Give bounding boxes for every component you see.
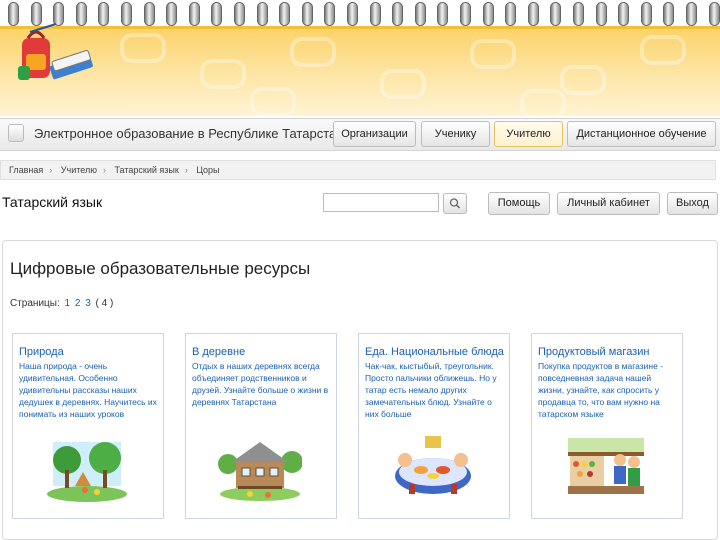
card-title[interactable]: В деревне — [192, 346, 245, 358]
nav-distance-learning-button[interactable]: Дистанционное обучение — [567, 121, 716, 147]
current-page: ( 4 ) — [95, 298, 114, 309]
card-description: Отдых в наших деревнях всегда объединяет… — [192, 361, 329, 407]
section-title: Татарский язык — [2, 194, 103, 210]
page-link-2[interactable]: 2 — [75, 298, 81, 309]
spiral-ring — [347, 2, 358, 26]
nav-student-button[interactable]: Ученику — [421, 121, 490, 147]
spiral-ring — [437, 2, 448, 26]
nav-teacher-button[interactable]: Учителю — [494, 121, 563, 147]
village-house-illustration[interactable] — [218, 432, 302, 502]
pagination: Страницы: 1 2 3 ( 4 ) — [10, 298, 113, 309]
page-link-1[interactable]: 1 — [65, 298, 71, 309]
card-description: Покупка продуктов в магазине - повседнев… — [538, 361, 664, 419]
spiral-ring — [573, 2, 584, 26]
school-backpack-logo — [18, 23, 93, 80]
breadcrumb-current: Цоры — [196, 165, 220, 175]
nav-organizations-button[interactable]: Организации — [333, 121, 416, 147]
spiral-ring — [144, 2, 155, 26]
personal-cabinet-button[interactable]: Личный кабинет — [557, 192, 660, 215]
food-table-illustration[interactable] — [391, 432, 475, 502]
spiral-ring — [370, 2, 381, 26]
spiral-ring — [415, 2, 426, 26]
pagination-label: Страницы: — [10, 298, 60, 309]
card-title[interactable]: Еда. Национальные блюда — [365, 346, 504, 358]
breadcrumb-tatar-language[interactable]: Татарский язык — [114, 165, 178, 175]
spiral-ring — [98, 2, 109, 26]
spiral-ring — [234, 2, 245, 26]
site-title: Электронное образование в Республике Тат… — [34, 126, 344, 141]
spiral-ring — [663, 2, 674, 26]
card-title[interactable]: Природа — [19, 346, 64, 358]
spiral-ring — [279, 2, 290, 26]
spiral-ring — [460, 2, 471, 26]
spiral-ring — [528, 2, 539, 26]
resource-card-grocery[interactable]: Продуктовый магазин Покупка продуктов в … — [531, 333, 683, 519]
spiral-ring — [392, 2, 403, 26]
spiral-ring — [121, 2, 132, 26]
spiral-ring — [596, 2, 607, 26]
help-button[interactable]: Помощь — [488, 192, 550, 215]
resource-card-nature[interactable]: Природа Наша природа - очень удивительна… — [12, 333, 164, 519]
search-icon — [449, 198, 461, 209]
home-icon[interactable] — [8, 124, 24, 142]
page-title: Цифровые образовательные ресурсы — [10, 259, 311, 278]
nature-illustration[interactable] — [45, 432, 129, 502]
card-description: Чак-чак, кыстыбый, треугольник. Просто п… — [365, 361, 497, 419]
card-title[interactable]: Продуктовый магазин — [538, 346, 649, 358]
search-input[interactable] — [323, 193, 439, 212]
exit-button[interactable]: Выход — [667, 192, 718, 215]
card-description: Наша природа - очень удивительная. Особе… — [19, 361, 157, 419]
spiral-ring — [257, 2, 268, 26]
resource-card-village[interactable]: В деревне Отдых в наших деревнях всегда … — [185, 333, 337, 519]
header-banner — [0, 26, 720, 116]
spiral-ring — [483, 2, 494, 26]
spiral-ring — [324, 2, 335, 26]
spiral-ring — [189, 2, 200, 26]
spiral-ring — [166, 2, 177, 26]
breadcrumb: Главная › Учителю › Татарский язык › Цоры — [0, 160, 716, 180]
spiral-ring — [618, 2, 629, 26]
breadcrumb-separator: › — [184, 165, 188, 175]
breadcrumb-teacher[interactable]: Учителю — [61, 165, 97, 175]
grocery-store-illustration[interactable] — [564, 432, 648, 502]
breadcrumb-separator: › — [102, 165, 106, 175]
spiral-ring — [709, 2, 720, 26]
spiral-ring — [302, 2, 313, 26]
spiral-ring — [505, 2, 516, 26]
breadcrumb-separator: › — [49, 165, 53, 175]
spiral-ring — [550, 2, 561, 26]
spiral-ring — [211, 2, 222, 26]
breadcrumb-home[interactable]: Главная — [9, 165, 43, 175]
search-button[interactable] — [443, 193, 467, 214]
spiral-ring — [641, 2, 652, 26]
page-link-3[interactable]: 3 — [85, 298, 91, 309]
spiral-ring — [686, 2, 697, 26]
resource-card-food[interactable]: Еда. Национальные блюда Чак-чак, кыстыбы… — [358, 333, 510, 519]
notebook-spiral — [0, 0, 720, 28]
